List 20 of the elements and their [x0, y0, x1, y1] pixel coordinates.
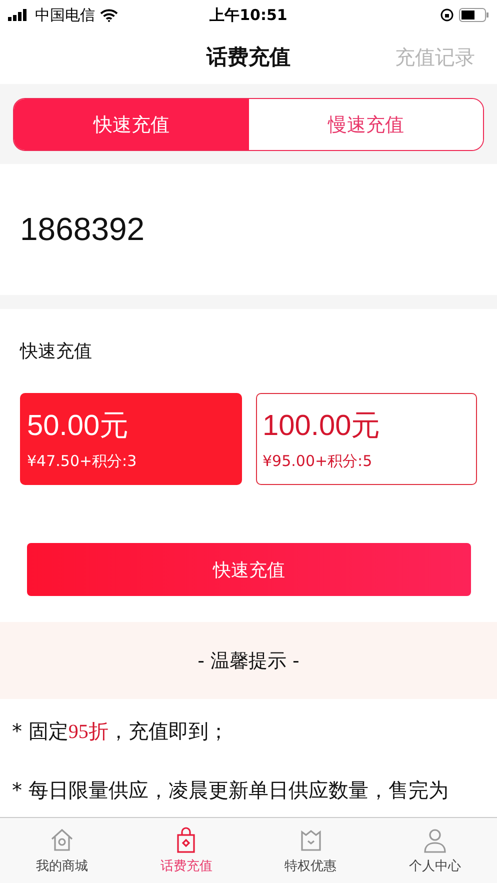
wifi-icon: [100, 8, 118, 22]
tab-bar-item[interactable]: 特权优惠: [248, 818, 373, 883]
phone-number-field[interactable]: 1868392: [20, 211, 320, 248]
orientation-lock-icon: [440, 8, 454, 22]
page-title: 话费充值: [206, 44, 290, 71]
notice-title: - 温馨提示 -: [198, 648, 300, 674]
segment-tab[interactable]: 快速充值: [14, 99, 248, 150]
tab-bar-item[interactable]: 个人中心: [372, 818, 497, 883]
tab-bar-item[interactable]: 话费充值: [124, 818, 248, 883]
notice-text: * 每日限量供应，凌晨更新单日供应数量，售完为: [12, 777, 450, 804]
amount-option[interactable]: 50.00元 ¥47.50+积分:3: [20, 393, 242, 485]
tab-bar-item[interactable]: 我的商城: [0, 818, 124, 883]
recharge-history-link[interactable]: 充值记录: [395, 44, 475, 70]
battery-icon: [459, 8, 489, 22]
carrier-name: 中国电信: [35, 6, 95, 24]
status-time: 上午10:51: [210, 6, 288, 24]
amount-option[interactable]: 100.00元 ¥95.00+积分:5: [256, 393, 477, 485]
submit-button[interactable]: 快速充值: [27, 543, 471, 596]
section-title: 快速充值: [20, 341, 92, 362]
notice-text: * 固定95折，充值即到；: [12, 718, 230, 745]
